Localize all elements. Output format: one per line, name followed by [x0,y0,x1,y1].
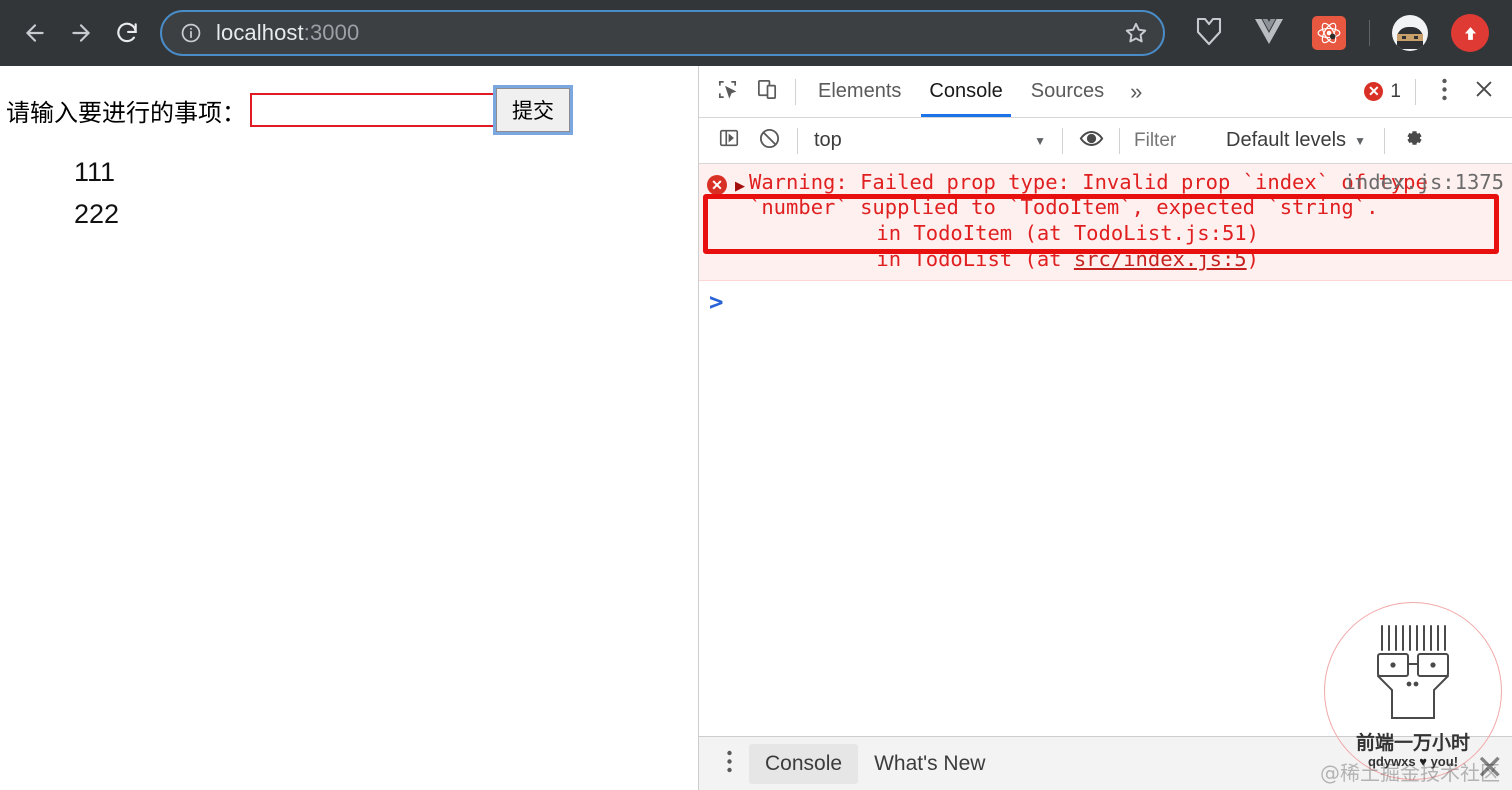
more-vertical-icon [1441,78,1447,106]
tab-elements[interactable]: Elements [804,66,915,117]
tabbar-divider [795,78,796,105]
console-toolbar-divider-2 [1062,127,1063,154]
console-message-error[interactable]: ✕ ▶ Warning: Failed prop type: Invalid p… [699,164,1512,282]
profile-button[interactable] [1387,10,1433,56]
page-viewport: 请输入要进行的事项： 提交 111 222 [0,66,698,790]
inspect-cursor-icon [716,78,739,106]
console-sidebar-toggle[interactable] [709,121,749,161]
extension-react-button[interactable] [1306,10,1352,56]
console-input-prompt[interactable]: > [699,281,1512,323]
live-expression-eye-icon [1079,126,1104,156]
drawer-menu-button[interactable] [709,744,749,784]
arrow-right-icon [68,20,94,46]
console-filter-input[interactable] [1128,125,1216,156]
reload-icon [114,20,140,46]
ninja-avatar-icon [1392,15,1428,51]
device-toggle-icon [756,78,779,106]
reload-button[interactable] [104,10,150,56]
drawer-tab-whats-new[interactable]: What's New [858,744,1001,784]
devtools-tabbar: Elements Console Sources » ✕ 1 [699,66,1512,118]
upload-arrow-icon [1451,14,1489,52]
todo-input-label: 请输入要进行的事项： [6,98,246,127]
console-toolbar-divider-3 [1119,127,1120,154]
console-log-levels-selector[interactable]: Default levels ▼ [1216,129,1376,152]
error-count-badge[interactable]: ✕ 1 [1364,81,1407,103]
console-context-value: top [814,129,842,151]
toolbar-divider [1369,20,1370,46]
forward-button[interactable] [58,10,104,56]
more-vertical-icon [726,750,732,778]
source-link[interactable]: src/index.js:5 [1074,247,1247,271]
devtools-menu-button[interactable] [1424,72,1464,112]
close-x-icon [1473,78,1495,105]
prompt-chevron-icon: > [709,288,724,317]
console-sidebar-icon [718,127,740,154]
info-circle-icon[interactable] [180,22,202,44]
arrow-left-icon [22,20,48,46]
todo-text-input[interactable] [250,93,496,127]
star-outline-icon[interactable] [1123,20,1149,46]
error-circle-icon: ✕ [1364,82,1384,101]
error-count: 1 [1390,80,1401,102]
clear-console-icon [758,127,781,155]
clear-console-button[interactable] [749,121,789,161]
todo-form: 请输入要进行的事项： 提交 [0,66,698,135]
todo-submit-button[interactable]: 提交 [493,85,573,135]
upload-button[interactable] [1447,10,1493,56]
todo-list: 111 222 [0,152,698,236]
console-output: ✕ ▶ Warning: Failed prop type: Invalid p… [699,164,1512,736]
tabbar-divider-2 [1415,78,1416,105]
console-toolbar: top ▼ Default levels ▼ [699,118,1512,164]
devtools-close-button[interactable] [1464,72,1504,112]
devtools-drawer-tabbar: Console What's New [699,736,1512,790]
console-toolbar-divider [797,127,798,154]
chevron-down-icon: ▼ [1354,133,1366,148]
console-stack-line-2: in TodoList (at src/index.js:5) [749,246,1504,272]
extension-icons [1179,10,1500,56]
stack-prefix: in TodoList (at [827,247,1074,272]
console-levels-value: Default levels [1226,129,1347,151]
console-source-link[interactable]: index.js:1375 [1344,170,1504,194]
console-stack-line-1: in TodoItem (at TodoList.js:51) [827,221,1259,245]
url-port: :3000 [303,20,360,45]
chevron-down-icon: ▼ [1034,133,1046,148]
chevron-double-right-icon[interactable]: » [1118,79,1154,105]
stack-suffix: ) [1246,247,1259,272]
expand-arrow-icon[interactable]: ▶ [735,178,745,194]
url-text: localhost:3000 [216,20,1123,46]
address-bar[interactable]: localhost:3000 [160,10,1165,56]
device-toolbar-button[interactable] [747,72,787,112]
browser-toolbar: localhost:3000 [0,0,1512,66]
error-circle-icon: ✕ [707,175,727,195]
vue-devtools-icon [1253,16,1285,51]
devtools-panel: Elements Console Sources » ✕ 1 top ▼ Fil… [698,66,1512,790]
extension-momentum-button[interactable] [1186,10,1232,56]
list-item[interactable]: 111 [74,152,698,194]
back-button[interactable] [12,10,58,56]
url-host: localhost [216,20,304,45]
tab-console[interactable]: Console [915,66,1016,117]
momentum-shield-icon [1194,15,1224,52]
console-context-selector[interactable]: top ▼ [806,126,1054,156]
console-settings-button[interactable] [1393,121,1433,161]
gear-icon [1401,126,1425,155]
react-devtools-icon [1312,16,1346,50]
drawer-tab-console[interactable]: Console [749,743,859,784]
console-toolbar-divider-4 [1383,127,1385,154]
inspect-element-button[interactable] [707,72,747,112]
list-item[interactable]: 222 [74,194,698,236]
extension-vue-button[interactable] [1246,10,1292,56]
live-expression-button[interactable] [1071,121,1111,161]
tab-sources[interactable]: Sources [1017,66,1118,117]
